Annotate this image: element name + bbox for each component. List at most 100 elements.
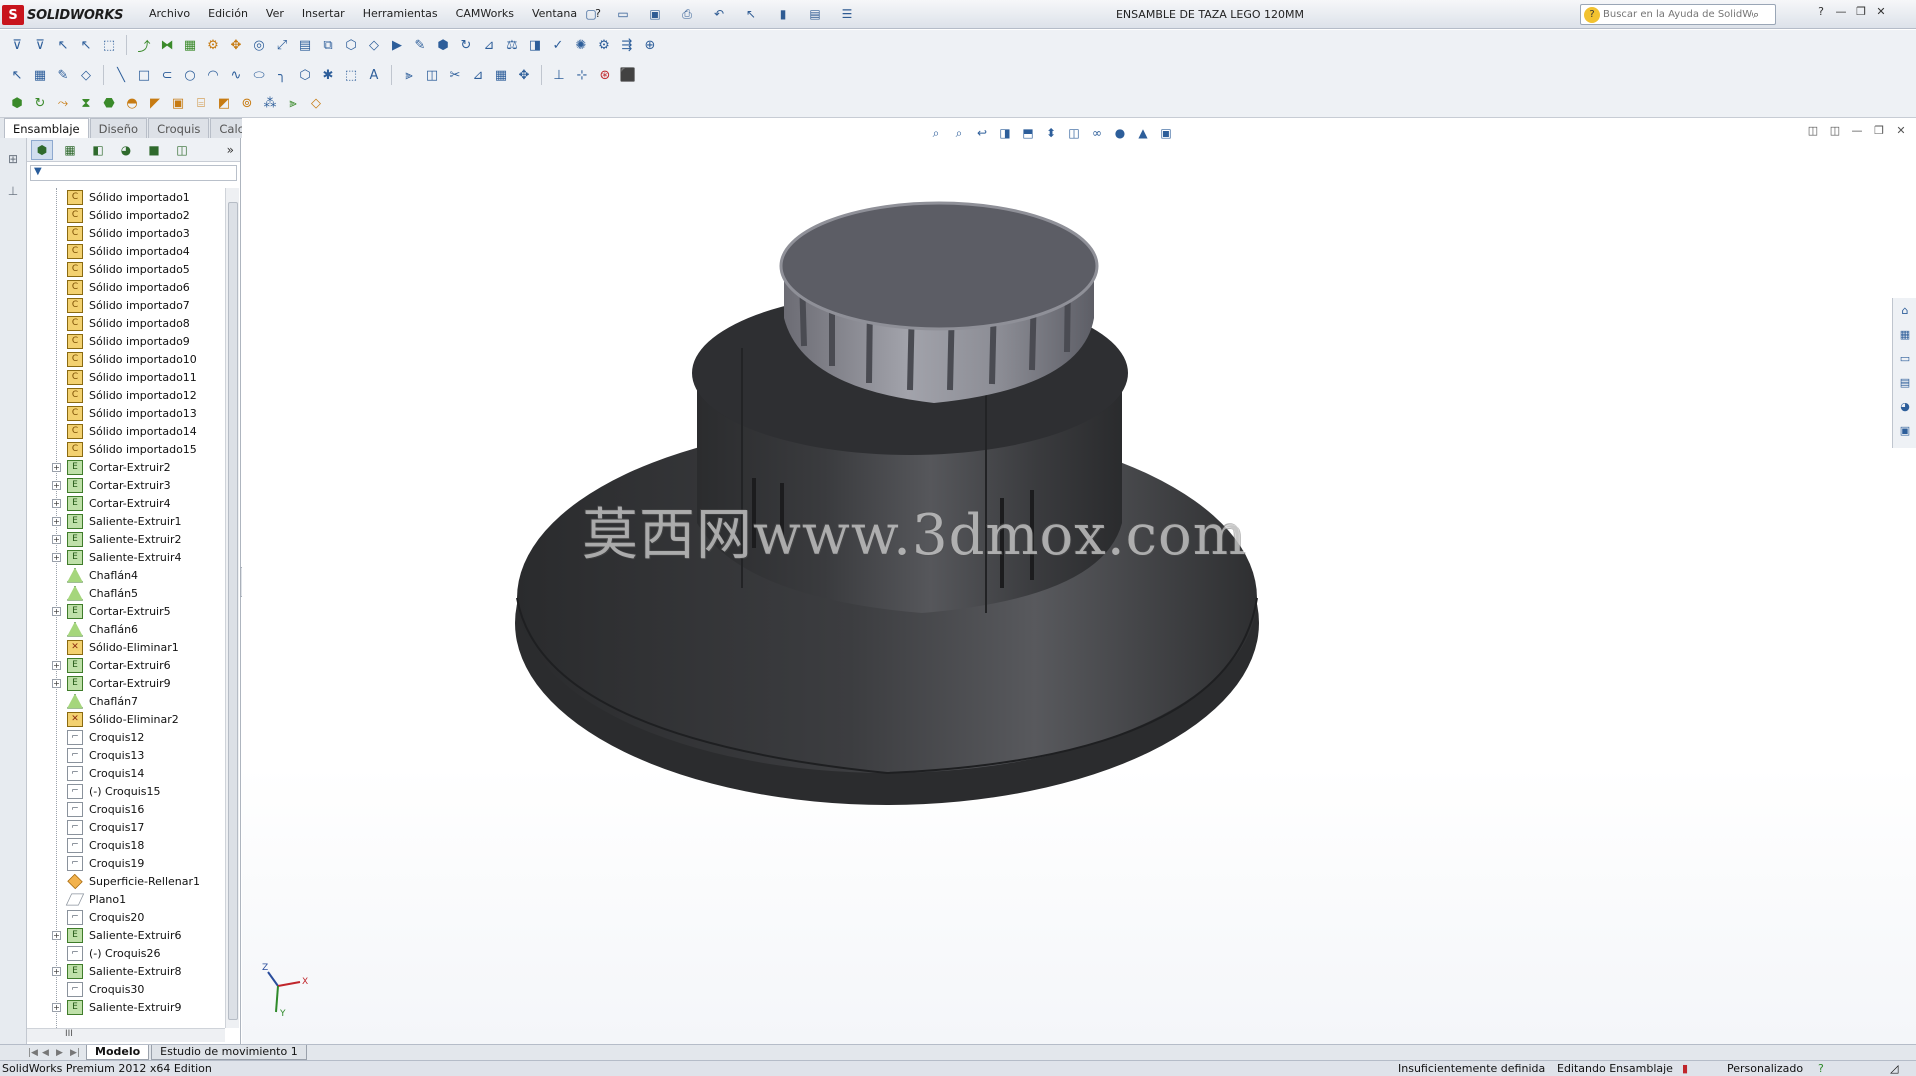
tree-node[interactable]: ⌐ Croquis14 xyxy=(27,764,225,782)
draft-icon[interactable]: ◩ xyxy=(213,93,235,115)
cut-extrude-icon[interactable]: ⬣ xyxy=(98,93,120,115)
rapid-sketch-icon[interactable]: ⊛ xyxy=(594,64,616,86)
text-icon[interactable]: A xyxy=(363,64,385,86)
new-document-icon[interactable]: ▢ xyxy=(578,5,604,23)
expand-node-icon[interactable]: + xyxy=(52,606,61,616)
tree-node[interactable]: Chaflán6 xyxy=(27,620,225,638)
lego-cup-3d-model[interactable] xyxy=(242,118,1916,1044)
circle-icon[interactable]: ○ xyxy=(179,64,201,86)
rebuild-icon[interactable]: ▮ xyxy=(770,5,796,23)
instant3d-icon[interactable]: ⬢ xyxy=(432,34,454,56)
grid-icon[interactable]: ▦ xyxy=(29,64,51,86)
tree-node[interactable]: ⌐ Croquis19 xyxy=(27,854,225,872)
tab-last-icon[interactable]: ▶| xyxy=(70,1048,84,1058)
expand-node-icon[interactable]: + xyxy=(52,552,61,562)
search-icon[interactable]: ⌕ xyxy=(1753,8,1759,22)
smart-dimension-icon[interactable]: ⊥ xyxy=(4,184,22,202)
tree-node[interactable]: Superficie-Rellenar1 xyxy=(27,872,225,890)
slot-icon[interactable]: ⊂ xyxy=(156,64,178,86)
configuration-manager-icon[interactable]: ◧ xyxy=(87,140,109,160)
file-properties-icon[interactable]: ▤ xyxy=(802,5,828,23)
fillet-icon[interactable]: ╮ xyxy=(271,64,293,86)
move-entities-icon[interactable]: ✥ xyxy=(513,64,535,86)
mass-properties-icon[interactable]: ⚖ xyxy=(501,34,523,56)
restore-icon[interactable]: ❐ xyxy=(1854,5,1868,21)
smart-fasteners-icon[interactable]: ⚙ xyxy=(202,34,224,56)
tree-node[interactable]: + E Cortar-Extruir6 xyxy=(27,656,225,674)
tree-node[interactable]: C Sólido importado6 xyxy=(27,278,225,296)
command-tab-0[interactable]: Ensamblaje xyxy=(4,118,89,138)
simulation-icon[interactable]: ✺ xyxy=(570,34,592,56)
rectangle-icon[interactable]: □ xyxy=(133,64,155,86)
select-icon[interactable]: ↖ xyxy=(6,64,28,86)
tree-filter[interactable]: ▼ xyxy=(30,165,237,181)
tree-node[interactable]: C Sólido importado10 xyxy=(27,350,225,368)
offset-icon[interactable]: ◫ xyxy=(421,64,443,86)
arc-icon[interactable]: ◠ xyxy=(202,64,224,86)
propertymanager-icon[interactable]: ▦ xyxy=(59,140,81,160)
expand-node-icon[interactable]: + xyxy=(52,1002,61,1012)
filter-icon[interactable]: ⊽ xyxy=(6,34,28,56)
mate-icon[interactable]: ⧓ xyxy=(156,34,178,56)
tree-node[interactable]: + E Saliente-Extruir4 xyxy=(27,548,225,566)
tree-node[interactable]: + E Saliente-Extruir2 xyxy=(27,530,225,548)
tree-vertical-scrollbar[interactable] xyxy=(225,188,239,1028)
status-help-icon[interactable]: ? xyxy=(1818,1062,1824,1075)
display-manager-icon[interactable]: ◕ xyxy=(115,140,137,160)
tree-node[interactable]: + E Saliente-Extruir6 xyxy=(27,926,225,944)
loft-icon[interactable]: ⧗ xyxy=(75,93,97,115)
new-motion-study-icon[interactable]: ▶ xyxy=(386,34,408,56)
tree-node[interactable]: C Sólido importado3 xyxy=(27,224,225,242)
select-pointer-icon[interactable]: ↖ xyxy=(75,34,97,56)
scroll-thumb[interactable] xyxy=(228,202,238,1020)
tree-node[interactable]: C Sólido importado14 xyxy=(27,422,225,440)
expand-node-icon[interactable]: + xyxy=(52,534,61,544)
expand-node-icon[interactable]: + xyxy=(52,966,61,976)
save-icon[interactable]: ▣ xyxy=(642,5,668,23)
tree-node[interactable]: C Sólido importado5 xyxy=(27,260,225,278)
bill-of-materials-icon[interactable]: ▤ xyxy=(294,34,316,56)
tree-node[interactable]: ⌐ Croquis16 xyxy=(27,800,225,818)
tab-model[interactable]: Modelo xyxy=(86,1045,150,1060)
insert-component-icon[interactable]: ⤴ xyxy=(133,34,155,56)
reference-plane-icon[interactable]: ◇ xyxy=(305,93,327,115)
smart-dimension-icon[interactable]: ◇ xyxy=(75,64,97,86)
spline-icon[interactable]: ∿ xyxy=(225,64,247,86)
revolve-icon[interactable]: ↻ xyxy=(29,93,51,115)
tree-node[interactable]: C Sólido importado11 xyxy=(27,368,225,386)
rebuild-status-icon[interactable]: ▮ xyxy=(1682,1062,1688,1075)
rib-icon[interactable]: ⌸ xyxy=(190,93,212,115)
tab-first-icon[interactable]: |◀ xyxy=(28,1048,42,1058)
graphics-area[interactable]: ⌕ ⌕ ↩ ◨ ⬒ ⬍ ◫ ∞ ● ▲ ▣ ◫ ◫ — ❐ ✕ ⌂ ▦ ▭ ▤ … xyxy=(242,118,1916,1044)
tree-node[interactable]: C Sólido importado2 xyxy=(27,206,225,224)
configure-icon[interactable]: ⚙ xyxy=(593,34,615,56)
tree-node[interactable]: ⌐ Croquis20 xyxy=(27,908,225,926)
expand-node-icon[interactable]: + xyxy=(52,678,61,688)
display-relations-icon[interactable]: ⊥ xyxy=(548,64,570,86)
move-component-icon[interactable]: ✥ xyxy=(225,34,247,56)
expand-node-icon[interactable]: + xyxy=(52,462,61,472)
menu-item-0[interactable]: Archivo xyxy=(140,7,199,20)
measure-icon[interactable]: ⊿ xyxy=(478,34,500,56)
menu-item-4[interactable]: Herramientas xyxy=(354,7,447,20)
chamfer-feature-icon[interactable]: ◤ xyxy=(144,93,166,115)
hide-show-icon[interactable]: ◎ xyxy=(248,34,270,56)
tree-node[interactable]: Chaflán7 xyxy=(27,692,225,710)
dimxpert-icon[interactable]: ◫ xyxy=(171,140,193,160)
tree-node[interactable]: C Sólido importado8 xyxy=(27,314,225,332)
mirror-icon[interactable]: ⫸ xyxy=(398,64,420,86)
help-menu-icon[interactable]: ? xyxy=(1814,5,1828,21)
expand-node-icon[interactable]: + xyxy=(52,480,61,490)
line-icon[interactable]: ╲ xyxy=(110,64,132,86)
tree-node[interactable]: ⌐ Croquis13 xyxy=(27,746,225,764)
options-icon[interactable]: ☰ xyxy=(834,5,860,23)
featuremanager-tree-icon[interactable]: ⬢ xyxy=(31,139,53,160)
polygon-icon[interactable]: ⬡ xyxy=(294,64,316,86)
boss-extrude-icon[interactable]: ⬢ xyxy=(6,93,28,115)
linear-pattern-icon[interactable]: ▦ xyxy=(490,64,512,86)
mirror-feature-icon[interactable]: ⫸ xyxy=(282,93,304,115)
ellipse-icon[interactable]: ⬭ xyxy=(248,64,270,86)
sweep-icon[interactable]: ⤳ xyxy=(52,93,74,115)
tree-node[interactable]: + E Cortar-Extruir4 xyxy=(27,494,225,512)
menu-item-3[interactable]: Insertar xyxy=(293,7,354,20)
